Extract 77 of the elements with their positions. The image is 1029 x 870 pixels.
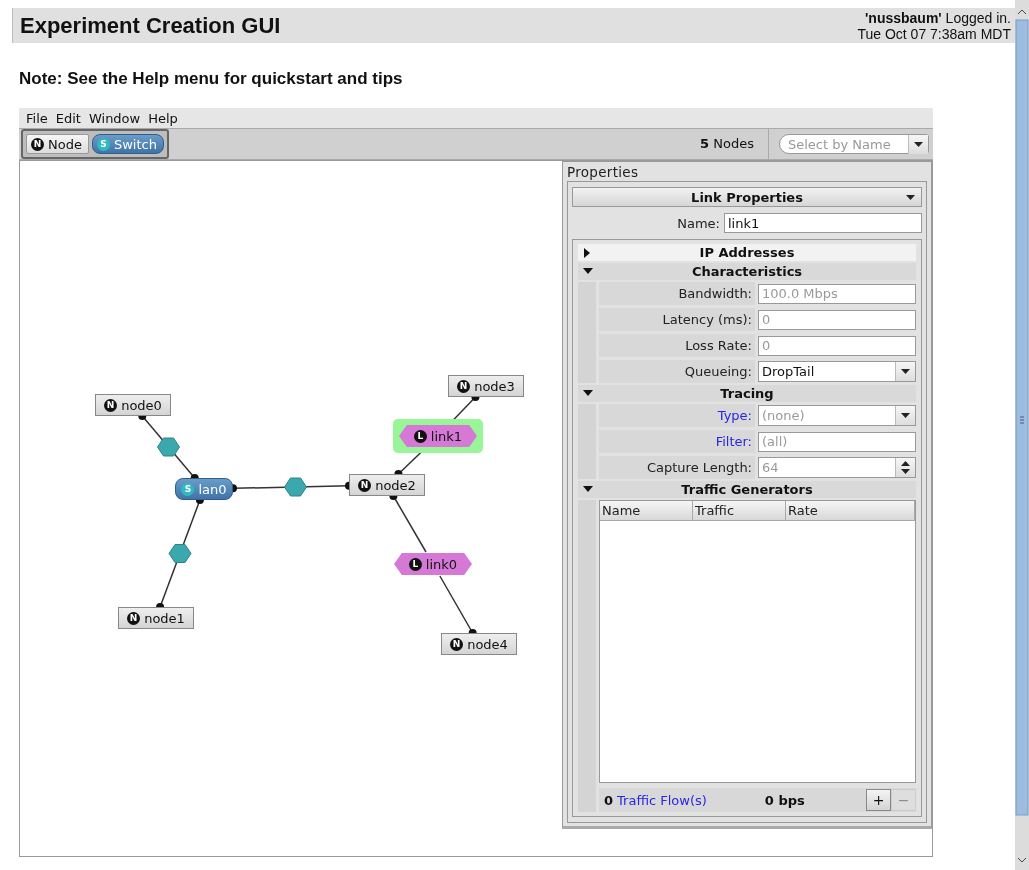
type-badge: N <box>358 478 372 492</box>
input-field[interactable]: 100.0 Mbps <box>758 283 916 304</box>
menu-item[interactable]: File <box>22 110 52 126</box>
total-rate: 0 bps <box>764 792 805 808</box>
expand-triangle-icon <box>583 248 590 258</box>
type-badge: N <box>450 637 464 651</box>
node-label: lan0 <box>198 481 227 497</box>
dropdown-caret-icon <box>901 369 910 374</box>
label-text[interactable]: Filter: <box>715 434 752 449</box>
spinner-arrows-icon <box>901 460 910 475</box>
dropdown-caret-icon <box>914 141 923 147</box>
scrollbar-drawing[interactable] <box>1015 0 1029 870</box>
page-title: Experiment Creation GUI <box>20 12 281 39</box>
host-node[interactable]: N node1 <box>118 607 194 629</box>
help-note: Note: See the Help menu for quickstart and tips <box>19 69 404 89</box>
input-field[interactable]: 0 <box>758 335 916 356</box>
host-node[interactable]: N node2 <box>349 474 425 496</box>
host-node[interactable]: N node0 <box>95 394 171 416</box>
menu-item[interactable]: Window <box>84 110 145 126</box>
input-field[interactable]: (all) <box>758 431 916 452</box>
type-badge: N <box>457 379 471 393</box>
node-label: link1 <box>430 428 463 444</box>
host-node[interactable]: N node4 <box>441 633 517 655</box>
menu-item[interactable]: Help <box>144 110 182 126</box>
column-header[interactable]: Rate <box>786 501 915 521</box>
type-badge: S <box>181 482 195 496</box>
node-label: node2 <box>375 477 416 493</box>
date-time: Tue Oct 07 7:38am MDT <box>857 25 1011 42</box>
label-text: Queueing: <box>684 364 752 379</box>
type-badge: L <box>413 429 427 443</box>
flow-count: 0 <box>604 792 614 808</box>
type-badge: L <box>408 557 422 571</box>
traffic-flows-link[interactable]: Traffic Flow(s) <box>617 792 707 808</box>
section-header[interactable]: Traffic Generators <box>578 481 916 498</box>
type-badge: S <box>96 137 110 151</box>
type-badge: N <box>31 137 44 151</box>
column-header[interactable]: Traffic <box>693 501 786 521</box>
label-text: Capture Length: <box>646 460 752 475</box>
label-text: Latency (ms): <box>662 312 752 327</box>
tool-button[interactable]: S Switch <box>91 134 164 154</box>
node-label: node1 <box>144 610 185 626</box>
label-text: Bandwidth: <box>678 286 752 301</box>
lan-connector[interactable] <box>168 544 192 563</box>
dropdown-caret-icon <box>906 195 915 200</box>
section-header[interactable]: Characteristics <box>578 263 916 280</box>
column-header[interactable]: Name <box>600 501 693 521</box>
node-count: 5 Nodes <box>686 129 769 159</box>
section-header[interactable]: IP Addresses <box>578 244 916 261</box>
lan-connector[interactable] <box>157 437 180 457</box>
node-label: link0 <box>425 556 458 572</box>
collapse-triangle-icon <box>583 485 593 493</box>
lan-connector[interactable] <box>284 477 307 497</box>
name-field[interactable]: link1 <box>724 213 922 233</box>
dropdown-caret-icon <box>901 413 910 418</box>
panel-title: Properties <box>567 163 640 181</box>
node-label: node0 <box>121 397 162 413</box>
collapse-triangle-icon <box>583 389 593 397</box>
link-node[interactable]: L link1 <box>393 419 483 453</box>
type-badge: N <box>104 398 118 412</box>
node-label: node3 <box>474 378 515 394</box>
collapse-triangle-icon <box>583 267 593 275</box>
type-badge: N <box>127 611 141 625</box>
properties-type-dropdown[interactable]: Link Properties <box>572 187 922 207</box>
node-label: node4 <box>467 636 508 652</box>
label-text: Loss Rate: <box>685 338 752 353</box>
section-header[interactable]: Tracing <box>578 385 916 402</box>
link-node[interactable]: L link0 <box>393 552 473 576</box>
host-node[interactable]: N node3 <box>448 375 524 397</box>
tool-button[interactable]: N Node <box>26 134 89 154</box>
select-field[interactable]: DropTail <box>758 361 916 382</box>
label-text[interactable]: Type: <box>717 408 752 423</box>
menu-item[interactable]: Edit <box>51 110 85 126</box>
field-label: Name: <box>677 215 720 231</box>
input-field[interactable]: 0 <box>758 309 916 330</box>
switch-node[interactable]: S lan0 <box>175 478 233 500</box>
login-status: 'nussbaum' Logged in. <box>865 9 1011 26</box>
add-button[interactable]: + <box>866 789 891 811</box>
